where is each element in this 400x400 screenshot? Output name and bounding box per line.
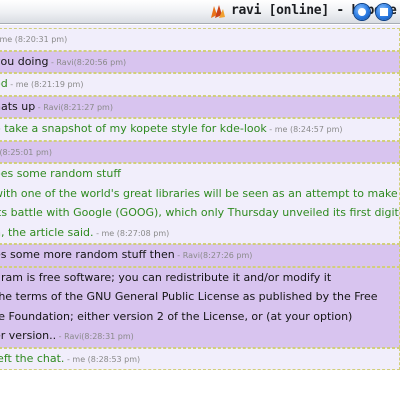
message-text: left the chat. [0, 351, 65, 365]
meta-separator: - [266, 125, 275, 134]
message-line: its battle with Google (GOOG), which onl… [0, 203, 399, 223]
message-timestamp: me (8:27:08 pm) [101, 228, 170, 238]
message-text: re Foundation; either version 2 of the L… [0, 309, 353, 323]
meta-separator: - [93, 228, 102, 238]
message-text: o take a snapshot of my kopete style for… [0, 122, 267, 135]
message-text: hats up [0, 99, 36, 113]
help-icon[interactable] [354, 4, 370, 20]
message-text: you doing [0, 54, 49, 68]
message-text: od [0, 77, 8, 90]
message-text: with one of the world's great libraries … [0, 186, 400, 200]
message-text: the terms of the GNU General Public Lice… [0, 290, 378, 303]
incoming-message: hats up - Ravi(8:21:27 pm) [0, 95, 400, 118]
incoming-message: you doing - Ravi(8:20:56 pm) [0, 50, 400, 73]
outgoing-message: od - me (8:21:19 pm) [0, 73, 400, 96]
chat-view[interactable]: - me (8:20:31 pm)you doing - Ravi(8:20:5… [0, 25, 400, 400]
message-line: - (8:25:01 pm) [0, 142, 399, 163]
outgoing-message: o take a snapshot of my kopete style for… [0, 118, 400, 141]
message-line: with one of the world's great libraries … [0, 184, 400, 204]
window-title: ravi [online] - kopete [231, 3, 397, 18]
meta-separator: - [56, 332, 65, 341]
message-line: gram is free software; you can redistrib… [0, 268, 399, 288]
message-line: hats up - Ravi(8:21:27 pm) [0, 97, 399, 118]
message-timestamp: me (8:28:53 pm) [72, 354, 141, 364]
incoming-message: gram is free software; you can redistrib… [0, 266, 400, 348]
message-text: its battle with Google (GOOG), which onl… [0, 206, 399, 219]
message-text: er version.. [0, 329, 57, 342]
message-timestamp: Ravi(8:27:26 pm) [182, 251, 253, 260]
message-timestamp: me (8:20:31 pm) [0, 35, 68, 44]
message-text: n, the article said. [0, 225, 94, 239]
kopete-app-icon [211, 5, 225, 18]
meta-separator: - [7, 80, 16, 89]
message-list: - me (8:20:31 pm)you doing - Ravi(8:20:5… [0, 28, 400, 370]
message-text: oes some random stuff [0, 167, 121, 180]
message-line: the terms of the GNU General Public Lice… [0, 287, 399, 307]
message-timestamp: Ravi(8:21:27 pm) [43, 102, 113, 112]
message-timestamp: me (8:21:19 pm) [15, 80, 84, 89]
message-timestamp: me (8:24:57 pm) [274, 125, 343, 134]
message-line: er version.. - Ravi(8:28:31 pm) [0, 326, 399, 347]
message-line: oes some random stuff [0, 164, 399, 184]
meta-separator: - [35, 102, 44, 112]
outgoing-message: - me (8:20:31 pm) [0, 28, 400, 51]
window-titlebar[interactable]: ravi [online] - kopete [0, 0, 400, 24]
message-line: es some more random stuff then - Ravi(8:… [0, 245, 399, 266]
message-line: n, the article said. - me (8:27:08 pm) [0, 223, 399, 244]
message-text: gram is free software; you can redistrib… [0, 270, 332, 284]
message-timestamp: (8:25:01 pm) [0, 147, 52, 157]
incoming-message: - (8:25:01 pm) [0, 140, 400, 163]
message-line: re Foundation; either version 2 of the L… [0, 307, 399, 327]
incoming-message: es some more random stuff then - Ravi(8:… [0, 244, 400, 267]
outgoing-message: left the chat. - me (8:28:53 pm) [0, 347, 400, 370]
message-line: left the chat. - me (8:28:53 pm) [0, 349, 399, 370]
meta-separator: - [174, 251, 183, 260]
outgoing-message: oes some random stuff with one of the wo… [0, 163, 400, 244]
message-text: es some more random stuff then [0, 248, 175, 261]
message-timestamp: Ravi(8:28:31 pm) [64, 332, 134, 341]
message-line: o take a snapshot of my kopete style for… [0, 119, 399, 140]
close-icon[interactable] [376, 4, 392, 20]
message-line: you doing - Ravi(8:20:56 pm) [0, 52, 399, 73]
message-line: - me (8:20:31 pm) [0, 29, 399, 50]
message-line: od - me (8:21:19 pm) [0, 74, 399, 95]
message-timestamp: Ravi(8:20:56 pm) [56, 57, 127, 67]
